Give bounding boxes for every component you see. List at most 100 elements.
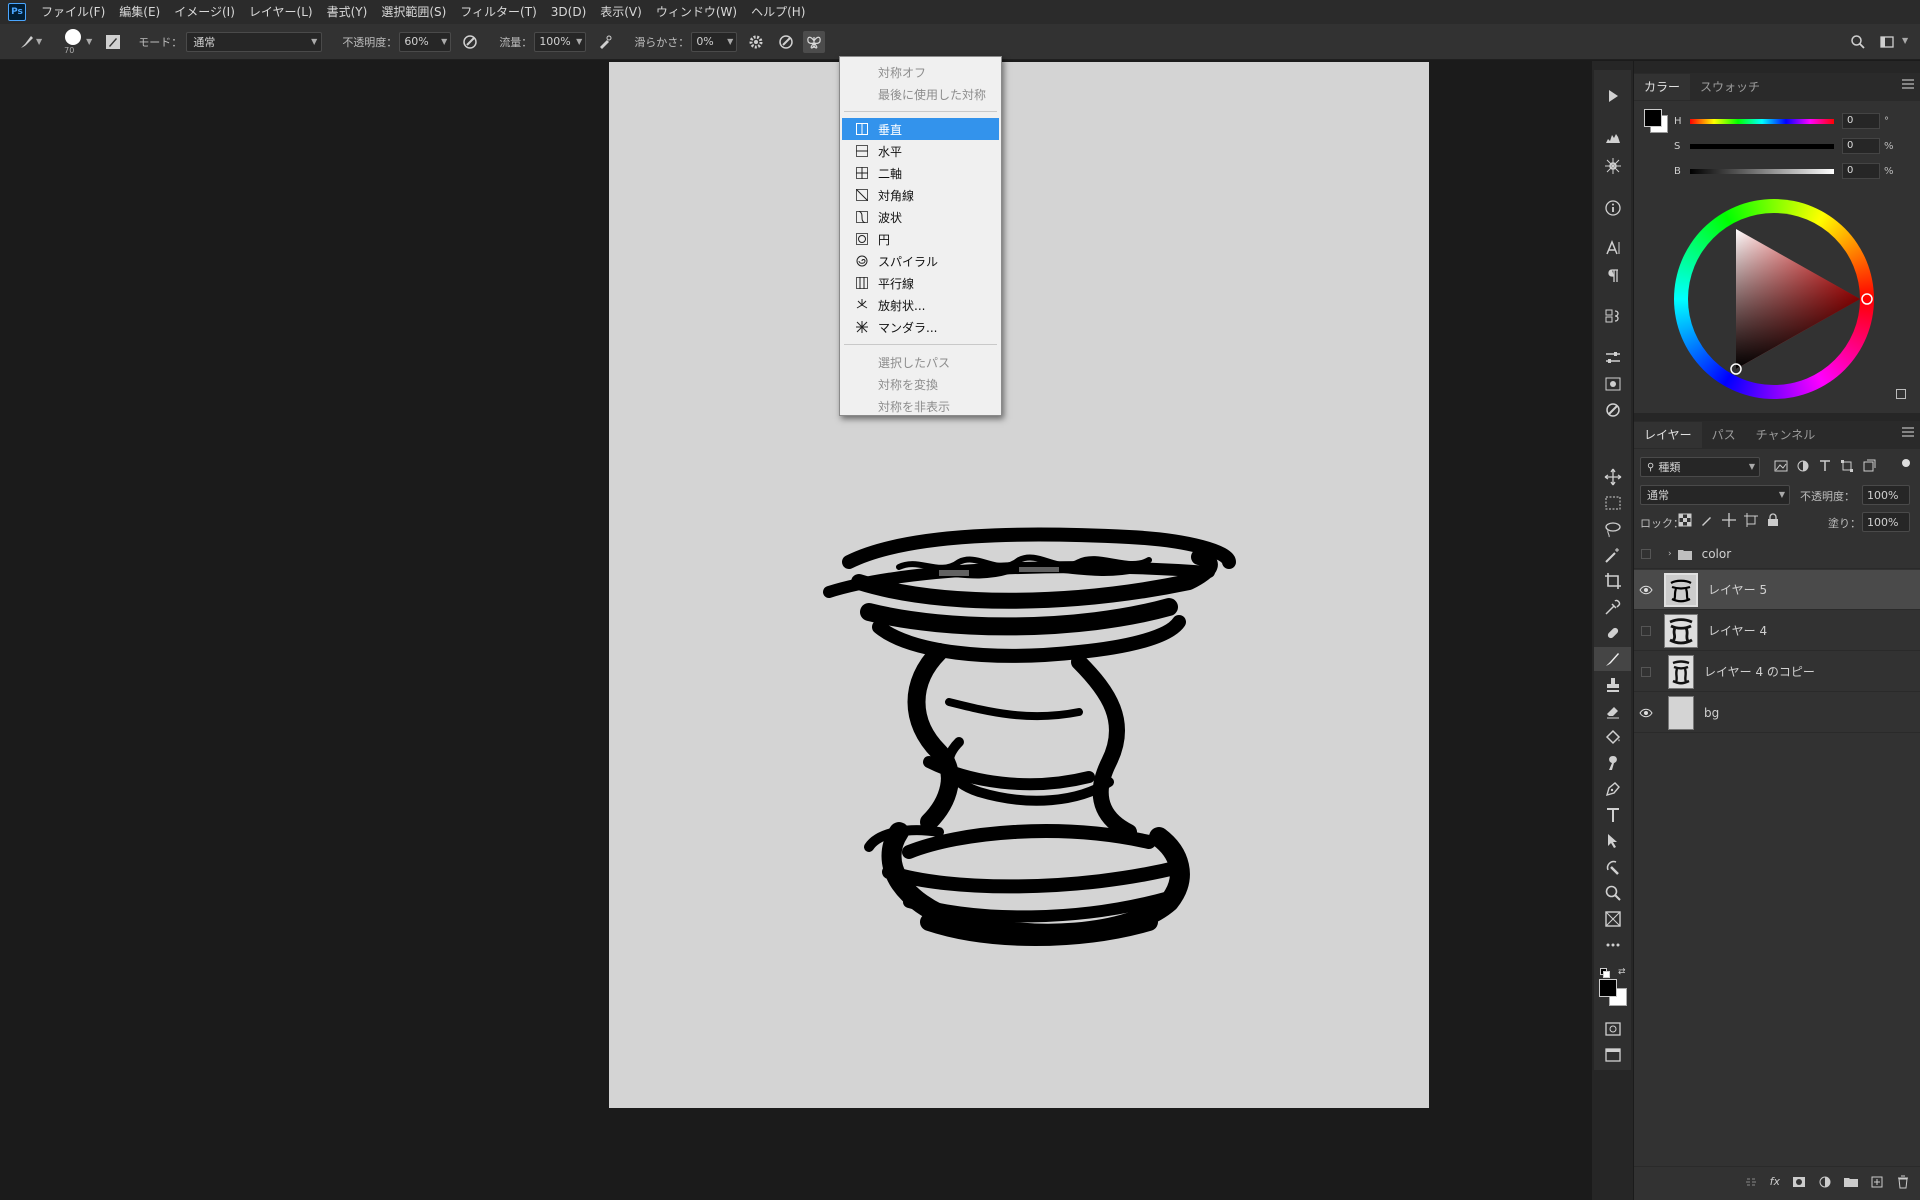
symmetry-off-item[interactable]: 対称オフ — [842, 61, 999, 83]
navigator-icon[interactable] — [1594, 154, 1631, 178]
visibility-toggle[interactable] — [1634, 570, 1658, 610]
saturation-value[interactable]: 0 — [1842, 138, 1880, 154]
out-of-gamut-icon[interactable] — [1896, 389, 1906, 399]
adjustment-layer-icon[interactable] — [1818, 1175, 1832, 1189]
new-group-icon[interactable] — [1844, 1175, 1858, 1189]
hue-track[interactable] — [1690, 118, 1834, 124]
lock-artboard-icon[interactable] — [1744, 513, 1758, 527]
layer-row-5[interactable]: レイヤー 5 — [1634, 570, 1920, 610]
foreground-color-swatch[interactable] — [1644, 109, 1662, 127]
hide-symmetry-item[interactable]: 対称を非表示 — [842, 395, 999, 417]
lock-all-icon[interactable] — [1766, 513, 1780, 527]
flow-input[interactable]: 100% ▼ — [534, 31, 587, 52]
screen-mode-icon[interactable] — [1594, 1043, 1631, 1067]
menu-file[interactable]: ファイル(F) — [34, 0, 112, 24]
brightness-value[interactable]: 0 — [1842, 163, 1880, 179]
pixel-filter-icon[interactable] — [1774, 459, 1788, 473]
menu-image[interactable]: イメージ(I) — [167, 0, 242, 24]
fx-icon[interactable]: fx — [1770, 1175, 1780, 1188]
visibility-toggle[interactable] — [1634, 693, 1658, 733]
character-icon[interactable] — [1594, 236, 1631, 260]
saturation-slider[interactable]: S 0 % — [1674, 138, 1914, 154]
symmetry-horizontal-item[interactable]: 水平 — [842, 140, 999, 162]
menu-help[interactable]: ヘルプ(H) — [744, 0, 812, 24]
magic-wand-tool-icon[interactable] — [1594, 543, 1631, 567]
document-canvas[interactable] — [609, 62, 1429, 1108]
workspace-switcher-icon[interactable] — [1876, 31, 1898, 53]
brightness-slider[interactable]: B 0 % — [1674, 163, 1914, 179]
hue-value[interactable]: 0 — [1842, 113, 1880, 129]
crop-tool-icon[interactable] — [1594, 569, 1631, 593]
chevron-down-icon[interactable]: ▼ — [86, 37, 92, 46]
symmetry-diagonal-item[interactable]: 対角線 — [842, 184, 999, 206]
chevron-down-icon[interactable]: ▼ — [441, 37, 447, 46]
opacity-input[interactable]: 60% ▼ — [399, 31, 452, 52]
symmetry-radial-item[interactable]: 放射状... — [842, 294, 999, 316]
styles-icon[interactable] — [1594, 398, 1631, 422]
tab-paths[interactable]: パス — [1702, 422, 1746, 448]
paint-bucket-tool-icon[interactable] — [1594, 725, 1631, 749]
blend-mode-select[interactable]: 通常 ▼ — [1640, 485, 1790, 505]
pressure-size-icon[interactable] — [775, 31, 797, 53]
eyedropper-tool-icon[interactable] — [1594, 595, 1631, 619]
add-mask-icon[interactable] — [1792, 1175, 1806, 1189]
panel-menu-icon[interactable] — [1902, 427, 1914, 437]
frame-tool-icon[interactable] — [1594, 907, 1631, 931]
menu-filter[interactable]: フィルター(T) — [453, 0, 543, 24]
rotate-view-tool-icon[interactable] — [1594, 855, 1631, 879]
smoothing-input[interactable]: 0% ▼ — [691, 31, 738, 52]
airbrush-icon[interactable] — [594, 31, 616, 53]
type-tool-icon[interactable] — [1594, 803, 1631, 827]
more-tools-icon[interactable] — [1594, 933, 1631, 957]
glyphs-icon[interactable] — [1594, 304, 1631, 328]
hue-slider[interactable]: H 0 ° — [1674, 113, 1914, 129]
photoshop-logo[interactable]: Ps — [8, 3, 26, 21]
visibility-toggle[interactable] — [1634, 652, 1658, 692]
paragraph-icon[interactable] — [1594, 264, 1631, 288]
symmetry-dual-axis-item[interactable]: 二軸 — [842, 162, 999, 184]
default-colors-icon[interactable] — [1600, 967, 1610, 978]
lock-pixels-icon[interactable] — [1700, 513, 1714, 527]
histogram-icon[interactable] — [1594, 126, 1631, 150]
properties-icon[interactable] — [1594, 346, 1631, 370]
pressure-opacity-icon[interactable] — [459, 31, 481, 53]
search-icon[interactable] — [1847, 31, 1869, 53]
pen-tool-icon[interactable] — [1594, 777, 1631, 801]
zoom-tool-icon[interactable] — [1594, 881, 1631, 905]
eraser-tool-icon[interactable] — [1594, 699, 1631, 723]
menu-edit[interactable]: 編集(E) — [112, 0, 167, 24]
layer-row-group[interactable]: › color — [1634, 539, 1920, 569]
chevron-down-icon[interactable]: ▼ — [727, 37, 733, 46]
lasso-tool-icon[interactable] — [1594, 517, 1631, 541]
chevron-right-icon[interactable]: › — [1668, 549, 1672, 559]
layer-filter-select[interactable]: ⚲ 種類 ▼ — [1640, 457, 1760, 477]
symmetry-spiral-item[interactable]: スパイラル — [842, 250, 999, 272]
symmetry-wavy-item[interactable]: 波状 — [842, 206, 999, 228]
tab-layers[interactable]: レイヤー — [1634, 422, 1702, 448]
brush-tool-icon[interactable] — [1594, 647, 1631, 671]
symmetry-butterfly-icon[interactable] — [803, 30, 826, 53]
menu-layer[interactable]: レイヤー(L) — [242, 0, 320, 24]
chevron-down-icon[interactable]: ▼ — [1902, 36, 1908, 45]
chevron-down-icon[interactable]: ▼ — [576, 37, 582, 46]
play-actions-icon[interactable] — [1594, 84, 1631, 108]
last-used-symmetry-item[interactable]: 最後に使用した対称 — [842, 83, 999, 105]
menu-view[interactable]: 表示(V) — [593, 0, 649, 24]
menu-select[interactable]: 選択範囲(S) — [374, 0, 453, 24]
quick-mask-icon[interactable] — [1594, 1017, 1631, 1041]
trash-icon[interactable] — [1896, 1175, 1910, 1189]
foreground-color-swatch[interactable] — [1599, 979, 1617, 997]
menu-3d[interactable]: 3D(D) — [544, 0, 593, 24]
tab-swatches[interactable]: スウォッチ — [1690, 74, 1770, 100]
layer-row-bg[interactable]: bg — [1634, 693, 1920, 733]
symmetry-circle-item[interactable]: 円 — [842, 228, 999, 250]
brush-settings-icon[interactable] — [102, 31, 124, 53]
new-layer-icon[interactable] — [1870, 1175, 1884, 1189]
layer-row-4-copy[interactable]: レイヤー 4 のコピー — [1634, 652, 1920, 692]
layer-opacity-input[interactable]: 100% — [1862, 485, 1910, 505]
symmetry-mandala-item[interactable]: マンダラ... — [842, 316, 999, 338]
lock-position-icon[interactable] — [1722, 513, 1736, 527]
visibility-toggle[interactable] — [1634, 539, 1658, 569]
smart-object-filter-icon[interactable] — [1862, 459, 1876, 473]
lock-transparent-icon[interactable] — [1678, 513, 1692, 527]
